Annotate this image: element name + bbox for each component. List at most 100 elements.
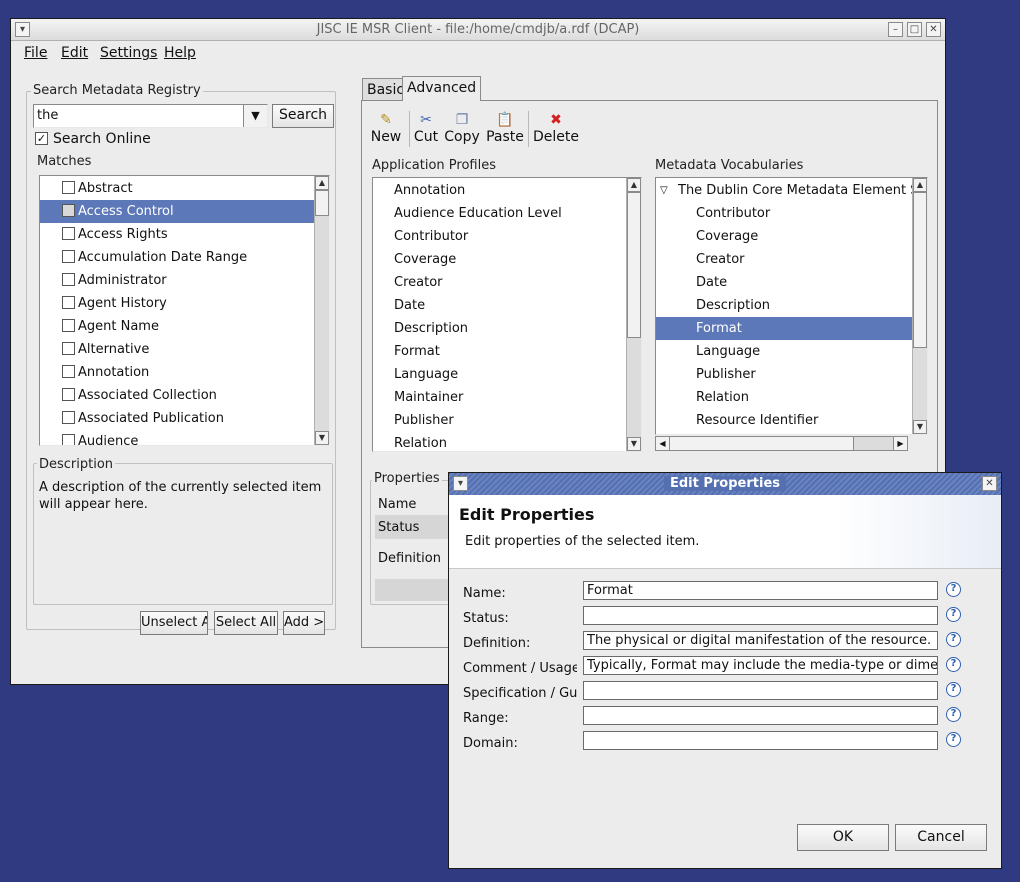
match-item[interactable]: Agent History bbox=[40, 292, 314, 315]
field-input[interactable] bbox=[583, 606, 938, 625]
application-profile-item[interactable]: Date bbox=[373, 294, 626, 317]
window-menu-icon[interactable]: ▾ bbox=[453, 476, 468, 491]
help-icon[interactable]: ? bbox=[946, 657, 961, 672]
search-button[interactable]: Search bbox=[272, 104, 334, 128]
help-icon[interactable]: ? bbox=[946, 682, 961, 697]
match-checkbox[interactable] bbox=[62, 273, 75, 286]
match-checkbox[interactable] bbox=[62, 411, 75, 424]
vocabulary-item[interactable]: Coverage bbox=[656, 225, 912, 248]
application-profile-item[interactable]: Maintainer bbox=[373, 386, 626, 409]
delete-button[interactable]: ✖ Delete bbox=[533, 111, 579, 145]
mv-scrollbar[interactable]: ▲ ▼ bbox=[912, 178, 927, 434]
metadata-vocabularies-tree[interactable]: ▽ The Dublin Core Metadata Element Set C… bbox=[655, 177, 928, 435]
close-icon[interactable]: ✕ bbox=[926, 22, 941, 37]
matches-list[interactable]: Abstract Access Control Access Rights Accum… bbox=[39, 175, 330, 446]
paste-button[interactable]: 📋 Paste bbox=[485, 111, 525, 145]
match-item[interactable]: Abstract bbox=[40, 177, 314, 200]
copy-button[interactable]: ❐ Copy bbox=[444, 111, 480, 145]
menu-settings[interactable]: Settings bbox=[100, 45, 157, 61]
match-item[interactable]: Accumulation Date Range bbox=[40, 246, 314, 269]
help-icon[interactable]: ? bbox=[946, 607, 961, 622]
minimize-icon[interactable]: – bbox=[888, 22, 903, 37]
vocabulary-item[interactable]: Date bbox=[656, 271, 912, 294]
application-profile-item[interactable]: Coverage bbox=[373, 248, 626, 271]
match-item[interactable]: Agent Name bbox=[40, 315, 314, 338]
help-icon[interactable]: ? bbox=[946, 582, 961, 597]
application-profiles-list[interactable]: Annotation Audience Education Level Contri… bbox=[372, 177, 642, 452]
combo-dropdown-button[interactable]: ▼ bbox=[243, 105, 267, 127]
scroll-left-icon[interactable]: ◀ bbox=[656, 437, 670, 450]
match-checkbox[interactable] bbox=[62, 434, 75, 445]
vocabulary-item[interactable]: Description bbox=[656, 294, 912, 317]
maximize-icon[interactable]: □ bbox=[907, 22, 922, 37]
tree-root[interactable]: ▽ The Dublin Core Metadata Element Set bbox=[656, 179, 912, 202]
vocabulary-item[interactable]: Publisher bbox=[656, 363, 912, 386]
field-input[interactable]: Format bbox=[583, 581, 938, 600]
scroll-right-icon[interactable]: ▶ bbox=[893, 437, 907, 450]
menu-file[interactable]: File bbox=[24, 45, 47, 61]
application-profile-item[interactable]: Annotation bbox=[373, 179, 626, 202]
menu-edit[interactable]: Edit bbox=[61, 45, 88, 61]
application-profile-item[interactable]: Creator bbox=[373, 271, 626, 294]
match-checkbox[interactable] bbox=[62, 250, 75, 263]
match-checkbox[interactable] bbox=[62, 342, 75, 355]
field-input[interactable] bbox=[583, 681, 938, 700]
match-item[interactable]: Audience bbox=[40, 430, 314, 445]
match-checkbox[interactable] bbox=[62, 388, 75, 401]
vocabulary-item[interactable]: Relation bbox=[656, 386, 912, 409]
main-titlebar[interactable]: ▾ JISC IE MSR Client - file:/home/cmdjb/… bbox=[11, 19, 945, 41]
matches-scrollbar[interactable]: ▲ ▼ bbox=[314, 176, 329, 445]
help-icon[interactable]: ? bbox=[946, 732, 961, 747]
dialog-close-icon[interactable]: ✕ bbox=[982, 476, 997, 491]
scroll-up-icon[interactable]: ▲ bbox=[315, 176, 329, 190]
vocabulary-item[interactable]: Resource Identifier bbox=[656, 409, 912, 432]
field-input[interactable]: The physical or digital manifestation of… bbox=[583, 631, 938, 650]
match-checkbox[interactable] bbox=[62, 204, 75, 217]
vocabulary-item[interactable]: Format bbox=[656, 317, 912, 340]
application-profile-item[interactable]: Publisher bbox=[373, 409, 626, 432]
help-icon[interactable]: ? bbox=[946, 707, 961, 722]
scroll-down-icon[interactable]: ▼ bbox=[913, 420, 927, 434]
vocabulary-item[interactable]: Language bbox=[656, 340, 912, 363]
search-online-checkbox[interactable]: ✓ bbox=[35, 132, 48, 145]
match-checkbox[interactable] bbox=[62, 227, 75, 240]
match-checkbox[interactable] bbox=[62, 319, 75, 332]
cancel-button[interactable]: Cancel bbox=[895, 824, 987, 851]
match-checkbox[interactable] bbox=[62, 365, 75, 378]
field-input[interactable] bbox=[583, 731, 938, 750]
window-menu-icon[interactable]: ▾ bbox=[15, 22, 30, 37]
hscroll-thumb[interactable] bbox=[670, 437, 854, 450]
cut-button[interactable]: ✂ Cut bbox=[412, 111, 440, 145]
scroll-down-icon[interactable]: ▼ bbox=[315, 431, 329, 445]
mv-hscrollbar[interactable]: ◀ ▶ bbox=[655, 436, 908, 451]
scroll-thumb[interactable] bbox=[913, 192, 927, 348]
match-item[interactable]: Annotation bbox=[40, 361, 314, 384]
search-input[interactable]: the bbox=[37, 108, 58, 123]
match-item[interactable]: Access Rights bbox=[40, 223, 314, 246]
application-profile-item[interactable]: Format bbox=[373, 340, 626, 363]
ap-scrollbar[interactable]: ▲ ▼ bbox=[626, 178, 641, 451]
unselect-all-button[interactable]: Unselect A bbox=[140, 611, 208, 635]
add-button[interactable]: Add > bbox=[283, 611, 325, 635]
application-profile-item[interactable]: Contributor bbox=[373, 225, 626, 248]
scroll-up-icon[interactable]: ▲ bbox=[913, 178, 927, 192]
help-icon[interactable]: ? bbox=[946, 632, 961, 647]
scroll-up-icon[interactable]: ▲ bbox=[627, 178, 641, 192]
application-profile-item[interactable]: Relation bbox=[373, 432, 626, 451]
tree-expand-icon[interactable]: ▽ bbox=[660, 179, 668, 202]
application-profile-item[interactable]: Description bbox=[373, 317, 626, 340]
select-all-button[interactable]: Select All bbox=[214, 611, 278, 635]
application-profile-item[interactable]: Audience Education Level bbox=[373, 202, 626, 225]
scroll-thumb[interactable] bbox=[315, 190, 329, 216]
match-checkbox[interactable] bbox=[62, 181, 75, 194]
match-item[interactable]: Alternative bbox=[40, 338, 314, 361]
match-item[interactable]: Administrator bbox=[40, 269, 314, 292]
ok-button[interactable]: OK bbox=[797, 824, 889, 851]
tab-advanced[interactable]: Advanced bbox=[402, 76, 482, 101]
match-item[interactable]: Access Control bbox=[40, 200, 314, 223]
dialog-titlebar[interactable]: ▾ Edit Properties ✕ bbox=[449, 473, 1001, 495]
scroll-down-icon[interactable]: ▼ bbox=[627, 437, 641, 451]
field-input[interactable]: Typically, Format may include the media-… bbox=[583, 656, 938, 675]
field-input[interactable] bbox=[583, 706, 938, 725]
menu-help[interactable]: Help bbox=[164, 45, 196, 61]
